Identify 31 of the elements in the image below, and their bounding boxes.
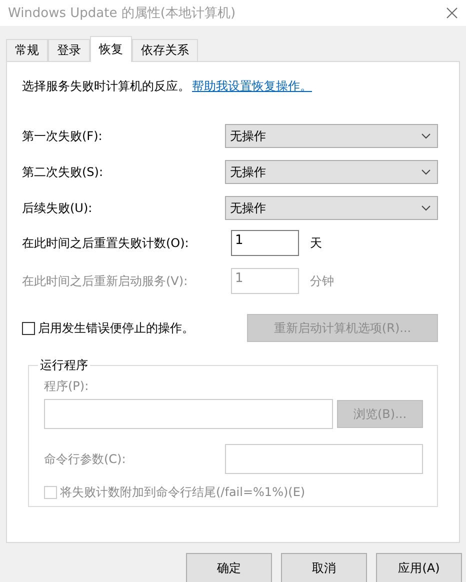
close-icon[interactable] (446, 7, 458, 19)
program-label: 程序(P): (44, 379, 89, 393)
dialog-button[interactable]: 确定 (186, 553, 272, 582)
counter-label: 在此时间之后重新启动服务(V): (22, 272, 189, 290)
action-dropdown[interactable]: 无操作 (225, 160, 438, 184)
dialog-button[interactable]: 应用(A) (376, 553, 462, 582)
chevron-down-icon (421, 133, 431, 139)
dialog-button[interactable]: 取消 (281, 553, 367, 582)
description-text: 选择服务失败时计算机的反应。 (22, 78, 190, 95)
tab[interactable]: 登录 (48, 39, 90, 61)
tab[interactable]: 常规 (6, 39, 48, 61)
params-label: 命令行参数(C): (44, 450, 126, 468)
unit-label: 分钟 (310, 272, 334, 290)
help-link[interactable]: 帮助我设置恢复操作。 (192, 78, 312, 95)
unit-label: 天 (310, 234, 322, 252)
program-field[interactable] (44, 399, 333, 429)
chevron-down-icon (421, 169, 431, 175)
action-dropdown[interactable]: 无操作 (225, 124, 438, 148)
failure-label: 第一次失败(F): (22, 128, 102, 144)
params-field[interactable] (225, 444, 423, 474)
action-dropdown[interactable]: 无操作 (225, 196, 438, 220)
failure-label: 后续失败(U): (22, 200, 92, 216)
group-legend: 运行程序 (38, 357, 90, 374)
stop-on-error-checkbox[interactable]: 启用发生错误便停止的操作。 (22, 320, 194, 336)
chevron-down-icon (421, 205, 431, 211)
counter-label: 在此时间之后重置失败计数(O): (22, 234, 190, 252)
tab[interactable]: 恢复 (90, 36, 132, 62)
tab[interactable]: 依存关系 (132, 39, 198, 61)
failure-label: 第二次失败(S): (22, 164, 104, 180)
number-field[interactable]: 1 (231, 230, 299, 256)
window-title: Windows Update 的属性(本地计算机) (8, 5, 236, 22)
